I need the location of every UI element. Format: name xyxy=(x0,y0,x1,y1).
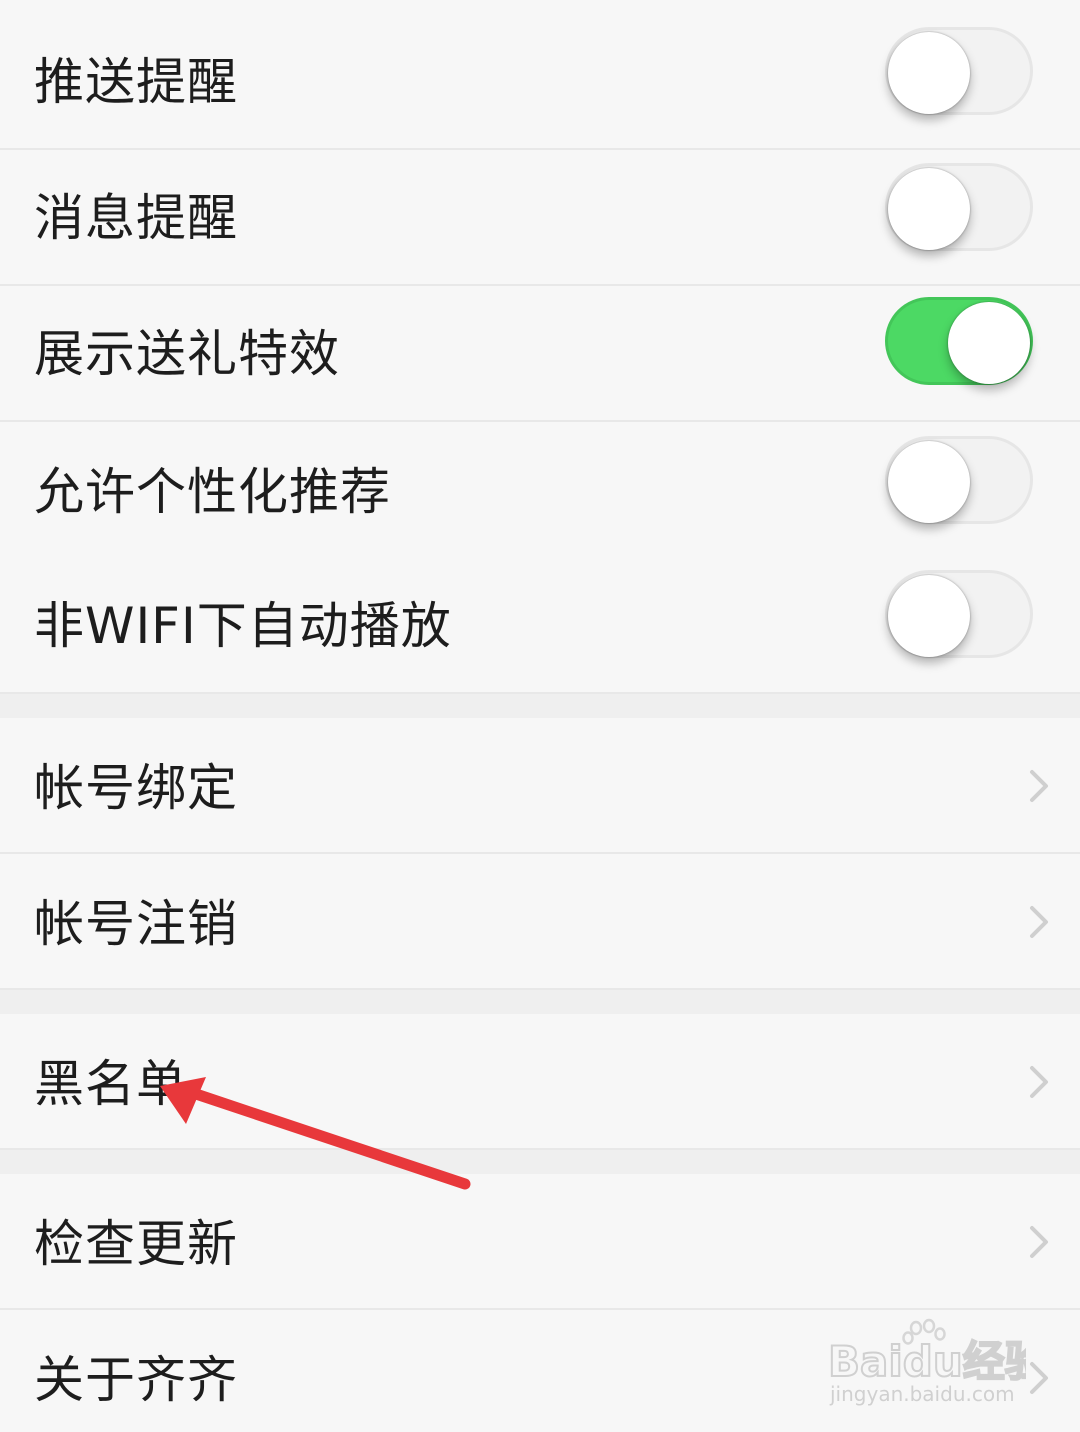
annotation-arrow xyxy=(160,1077,471,1190)
watermark-brand: Baidu经验 xyxy=(828,1337,1026,1386)
watermark-url: jingyan.baidu.com xyxy=(830,1382,1015,1406)
